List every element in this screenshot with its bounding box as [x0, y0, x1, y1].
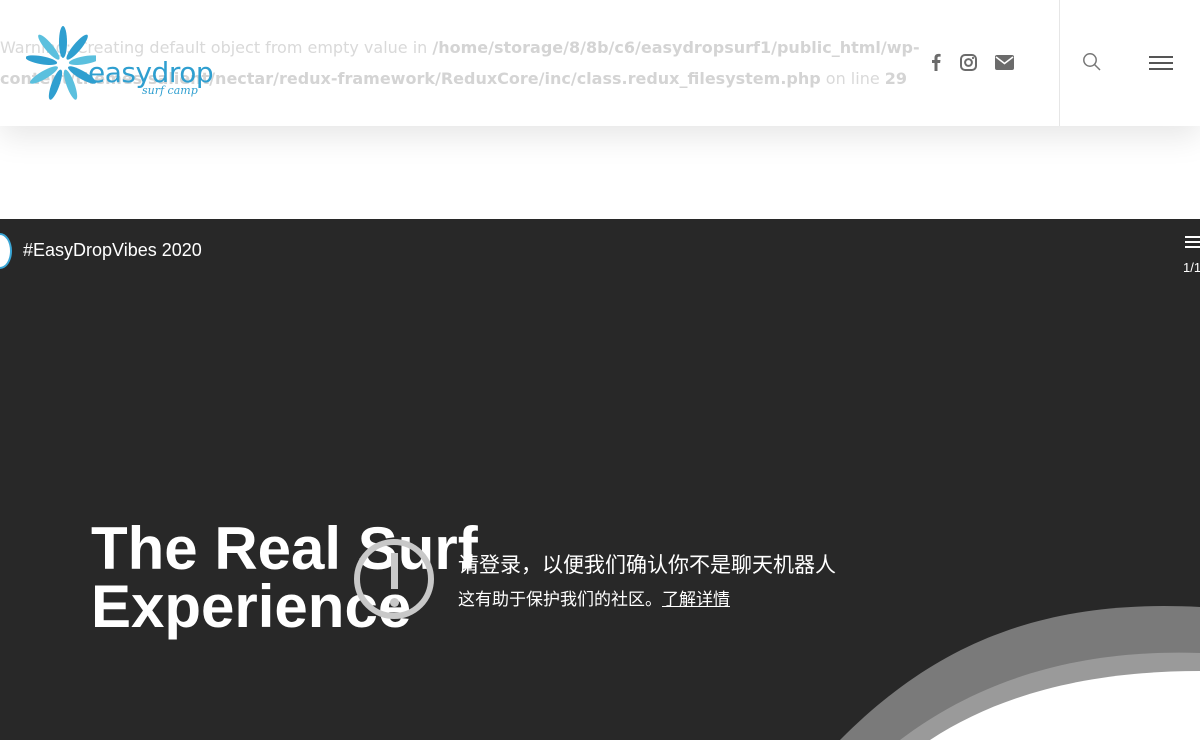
video-embed[interactable]: #EasyDropVibes 2020 1/1 The Real Surf Ex… — [0, 219, 1200, 740]
search-icon[interactable] — [1082, 52, 1106, 76]
learn-more-link[interactable]: 了解详情 — [662, 590, 730, 610]
hero-title: The Real Surf Experience — [91, 515, 521, 640]
error-icon — [354, 539, 434, 619]
site-logo[interactable]: easydrop surf camp — [25, 26, 214, 100]
starfish-logo-icon — [25, 26, 101, 100]
logo-subtext: surf camp — [142, 84, 198, 97]
facebook-icon[interactable] — [928, 50, 944, 74]
header-divider — [1059, 0, 1060, 126]
hero-title-line1: The Real Surf — [91, 515, 478, 582]
playlist-count: 1/1 — [1183, 260, 1200, 275]
video-title[interactable]: #EasyDropVibes 2020 — [23, 240, 202, 261]
instagram-icon[interactable] — [958, 50, 978, 74]
hero-title-line2: Experience — [91, 573, 412, 640]
playlist-icon[interactable] — [1185, 236, 1200, 250]
hamburger-menu-icon[interactable] — [1149, 56, 1173, 72]
sign-in-message: 请登录，以便我们确认你不是聊天机器人 — [458, 553, 836, 577]
wave-decoration — [840, 606, 1200, 740]
site-header: Warning: Creating default object from em… — [0, 0, 1200, 126]
sign-in-submessage: 这有助于保护我们的社区。了解详情 — [458, 590, 730, 610]
email-icon[interactable] — [994, 50, 1014, 74]
